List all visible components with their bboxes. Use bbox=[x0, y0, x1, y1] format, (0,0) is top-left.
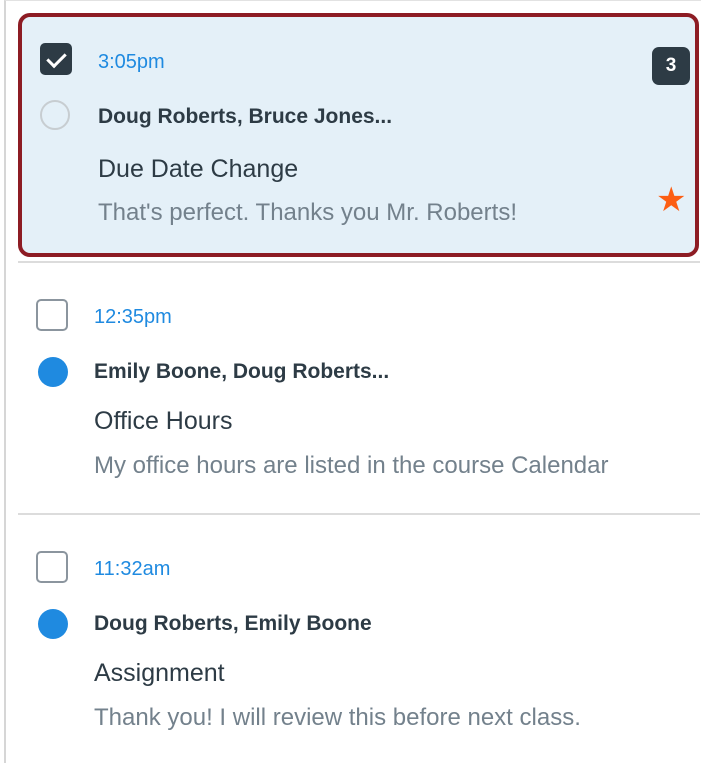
message-subject: Due Date Change bbox=[98, 155, 299, 183]
participants: Doug Roberts, Emily Boone bbox=[94, 612, 372, 635]
conversation-item[interactable]: 12:35pm Emily Boone, Doug Roberts... Off… bbox=[6, 263, 699, 513]
select-checkbox[interactable] bbox=[40, 43, 72, 75]
select-checkbox[interactable] bbox=[36, 299, 68, 331]
message-preview: Thank you! I will review this before nex… bbox=[94, 704, 581, 731]
conversation-item[interactable]: 11:32am Doug Roberts, Emily Boone Assign… bbox=[6, 515, 699, 763]
message-subject: Assignment bbox=[94, 659, 225, 687]
star-icon[interactable]: ★ bbox=[656, 183, 686, 217]
participants: Emily Boone, Doug Roberts... bbox=[94, 360, 390, 383]
read-circle-icon[interactable] bbox=[40, 100, 70, 130]
conversation-list: 3:05pm 3 Doug Roberts, Bruce Jones... Du… bbox=[4, 0, 701, 763]
message-subject: Office Hours bbox=[94, 407, 233, 435]
message-preview: My office hours are listed in the course… bbox=[94, 452, 609, 479]
message-time: 12:35pm bbox=[94, 306, 172, 328]
message-time: 3:05pm bbox=[98, 51, 165, 73]
message-count-badge: 3 bbox=[652, 47, 690, 85]
select-checkbox[interactable] bbox=[36, 551, 68, 583]
unread-dot-icon[interactable] bbox=[38, 357, 68, 387]
unread-dot-icon[interactable] bbox=[38, 609, 68, 639]
message-preview: That's perfect. Thanks you Mr. Roberts! bbox=[98, 199, 517, 226]
message-time: 11:32am bbox=[94, 558, 171, 580]
participants: Doug Roberts, Bruce Jones... bbox=[98, 105, 393, 128]
conversation-item-selected[interactable]: 3:05pm 3 Doug Roberts, Bruce Jones... Du… bbox=[18, 13, 699, 257]
